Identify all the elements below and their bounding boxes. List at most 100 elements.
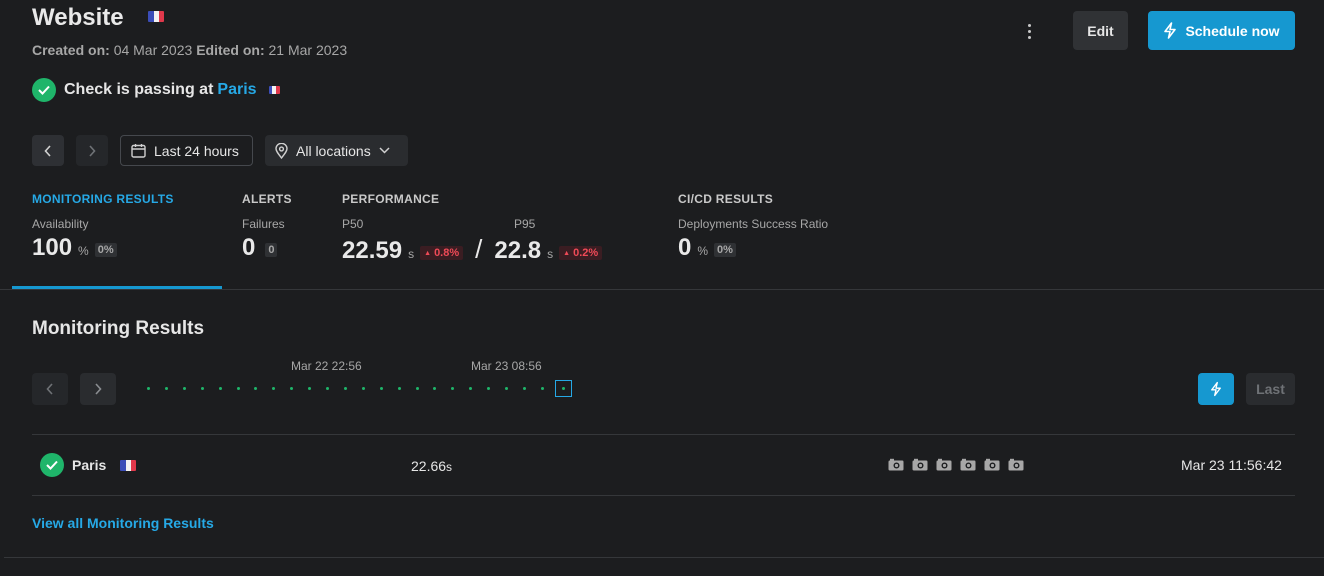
timeline-result-dot[interactable] bbox=[272, 387, 276, 390]
edited-label: Edited on: bbox=[196, 42, 265, 58]
chevron-right-icon bbox=[89, 144, 96, 157]
bolt-icon bbox=[1164, 22, 1177, 39]
availability-label: Availability bbox=[32, 217, 89, 231]
deployments-unit: % bbox=[697, 244, 709, 258]
tab-monitoring-results[interactable]: MONITORING RESULTS bbox=[32, 192, 174, 206]
timeline-result-dot[interactable] bbox=[236, 387, 240, 390]
p50-value: 22.59 bbox=[342, 237, 403, 264]
timeline-result-dot[interactable] bbox=[469, 387, 473, 390]
check-icon bbox=[32, 78, 56, 102]
p95-delta: 0.2% bbox=[573, 247, 599, 259]
availability-change-badge: 0% bbox=[94, 243, 117, 257]
p50-label: P50 bbox=[342, 217, 364, 231]
camera-icon[interactable] bbox=[912, 458, 928, 471]
camera-icon[interactable] bbox=[888, 458, 904, 471]
created-label: Created on: bbox=[32, 42, 110, 58]
time-range-select[interactable]: Last 24 hours bbox=[120, 135, 253, 166]
timeline-result-dot[interactable] bbox=[308, 387, 312, 390]
tabs-divider bbox=[0, 289, 1324, 290]
metric-separator: / bbox=[475, 234, 483, 264]
results-bottom-divider bbox=[32, 495, 1295, 496]
camera-icon[interactable] bbox=[936, 458, 952, 471]
timeline-result-dot[interactable] bbox=[397, 387, 401, 390]
timeline-result-dot[interactable] bbox=[200, 387, 204, 390]
timeline-result-dot[interactable] bbox=[361, 387, 365, 390]
section-divider bbox=[4, 557, 1324, 558]
chevron-left-icon bbox=[46, 383, 53, 395]
check-detail-page: Website Created on: 04 Mar 2023 Edited o… bbox=[0, 0, 1324, 576]
run-now-button[interactable] bbox=[1198, 373, 1234, 405]
timeline-result-dot[interactable] bbox=[451, 387, 455, 390]
camera-icon[interactable] bbox=[1008, 458, 1024, 471]
france-flag-icon bbox=[268, 86, 280, 94]
availability-metric: 100 % 0% bbox=[32, 234, 117, 262]
camera-icon[interactable] bbox=[960, 458, 976, 471]
edit-button[interactable]: Edit bbox=[1073, 11, 1128, 50]
range-next-button[interactable] bbox=[76, 135, 108, 166]
result-duration-unit: s bbox=[446, 460, 453, 474]
chevron-right-icon bbox=[95, 383, 102, 395]
timeline-selected-result[interactable] bbox=[555, 380, 572, 397]
check-icon bbox=[40, 453, 64, 477]
result-duration: 22.66s bbox=[411, 458, 452, 474]
timeline-result-dot[interactable] bbox=[487, 387, 491, 390]
location-label: All locations bbox=[296, 142, 371, 159]
view-all-results-link[interactable]: View all Monitoring Results bbox=[32, 515, 214, 531]
arrow-up-icon: ▲ bbox=[424, 250, 431, 257]
last-button[interactable]: Last bbox=[1246, 373, 1295, 405]
result-duration-value: 22.66 bbox=[411, 458, 447, 474]
range-prev-button[interactable] bbox=[32, 135, 64, 166]
availability-unit: % bbox=[78, 244, 89, 258]
timeline-result-dot[interactable] bbox=[415, 387, 419, 390]
timeline-result-dot[interactable] bbox=[522, 387, 526, 390]
failures-metric: 0 0 bbox=[242, 234, 278, 262]
result-location: Paris bbox=[72, 457, 107, 473]
status-location-link[interactable]: Paris bbox=[217, 81, 256, 99]
tab-performance[interactable]: PERFORMANCE bbox=[342, 192, 439, 206]
schedule-now-button[interactable]: Schedule now bbox=[1148, 11, 1295, 50]
timeline-result-dot[interactable] bbox=[254, 387, 258, 390]
timeline-result-dot[interactable] bbox=[379, 387, 383, 390]
timeline-result-dot[interactable] bbox=[343, 387, 347, 390]
timeline-result-dot[interactable] bbox=[164, 387, 168, 390]
monitoring-results-title: Monitoring Results bbox=[32, 318, 205, 339]
arrow-up-icon: ▲ bbox=[563, 250, 571, 257]
timeline-result-dot[interactable] bbox=[326, 387, 329, 390]
schedule-now-label: Schedule now bbox=[1185, 22, 1280, 39]
status-text: Check is passing at bbox=[64, 81, 214, 98]
availability-value: 100 bbox=[32, 234, 73, 261]
chevron-down-icon bbox=[379, 147, 390, 154]
failures-value: 0 bbox=[242, 234, 256, 261]
timeline-result-dot[interactable] bbox=[433, 387, 437, 390]
timeline-result-dot[interactable] bbox=[218, 387, 222, 390]
tab-alerts[interactable]: ALERTS bbox=[242, 192, 292, 206]
timeline-result-dot[interactable] bbox=[182, 387, 186, 390]
p95-unit: s bbox=[547, 247, 554, 261]
tab-cicd-results[interactable]: CI/CD RESULTS bbox=[678, 192, 773, 206]
created-value: 04 Mar 2023 bbox=[113, 42, 193, 58]
location-select[interactable]: All locations bbox=[265, 135, 408, 166]
failures-change-badge: 0 bbox=[265, 243, 278, 257]
pin-icon bbox=[275, 142, 288, 159]
results-next-button[interactable] bbox=[80, 373, 116, 405]
check-status: Check is passing at Paris bbox=[32, 78, 280, 102]
results-prev-button[interactable] bbox=[32, 373, 68, 405]
result-screenshots bbox=[888, 458, 1024, 471]
result-row-location[interactable]: Paris bbox=[40, 453, 137, 477]
timeline-label-start: Mar 22 22:56 bbox=[291, 359, 362, 373]
p95-delta-badge: ▲ 0.2% bbox=[559, 246, 603, 260]
deployments-metric: 0 % 0% bbox=[678, 234, 736, 262]
bolt-icon bbox=[1211, 381, 1221, 397]
edited-value: 21 Mar 2023 bbox=[268, 42, 348, 58]
timeline-result-dot[interactable] bbox=[147, 387, 150, 390]
deployments-change-badge: 0% bbox=[714, 243, 736, 257]
chevron-left-icon bbox=[44, 144, 51, 157]
p50-delta: 0.8% bbox=[434, 247, 460, 259]
timeline-result-dot[interactable] bbox=[290, 387, 294, 390]
camera-icon[interactable] bbox=[984, 458, 1000, 471]
timeline-result-dot[interactable] bbox=[540, 387, 544, 390]
p50-unit: s bbox=[408, 247, 415, 261]
timeline-label-end: Mar 23 08:56 bbox=[471, 359, 542, 373]
timeline-result-dot[interactable] bbox=[505, 387, 508, 390]
kebab-menu-icon[interactable] bbox=[1018, 20, 1040, 42]
